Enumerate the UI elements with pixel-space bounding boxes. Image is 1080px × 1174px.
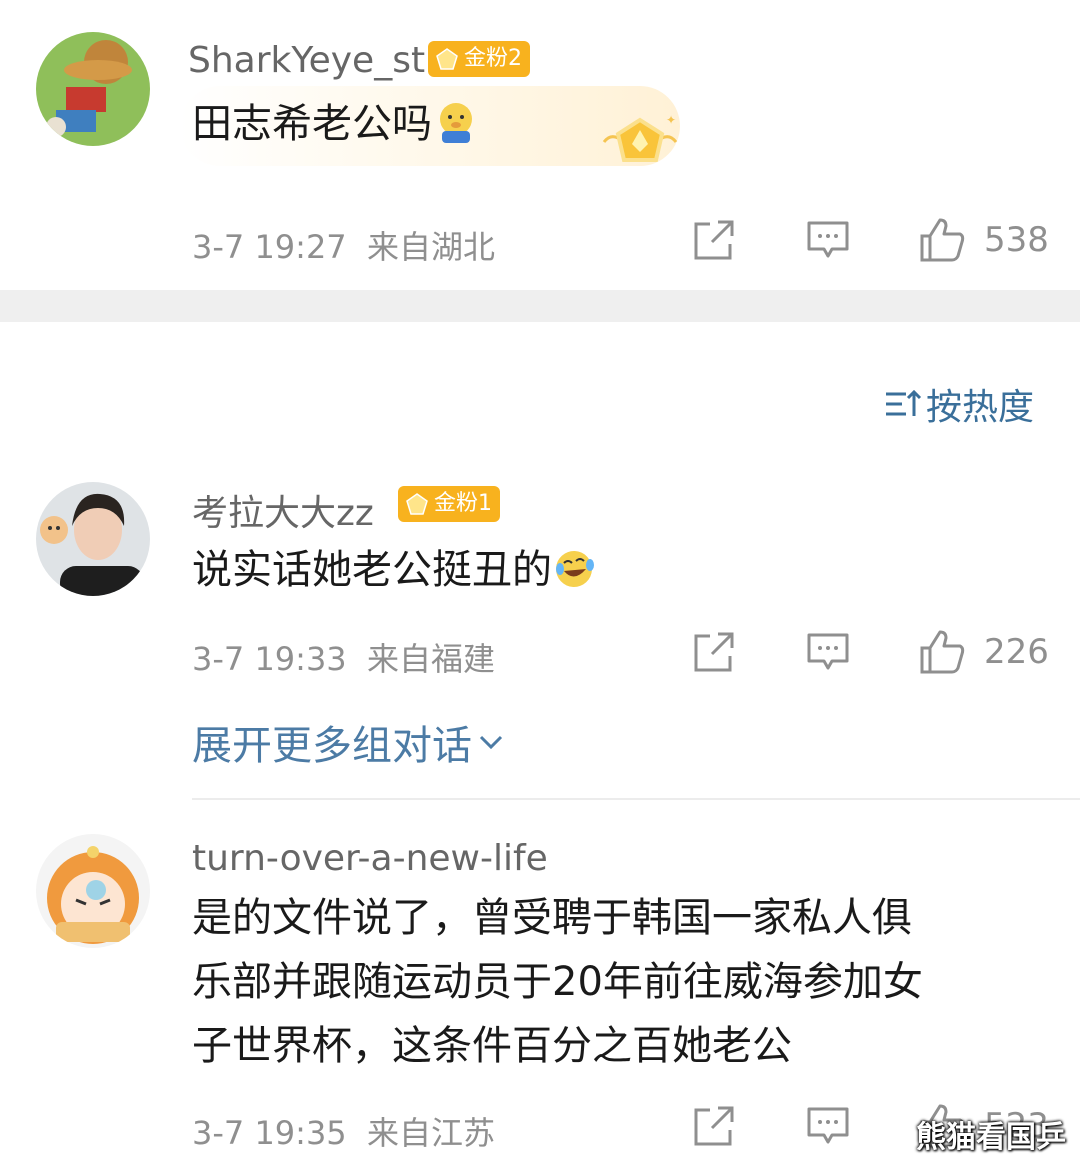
comment-meta: 3-7 19:33 来自福建 — [192, 634, 495, 680]
like-icon[interactable] — [918, 628, 966, 676]
face-emoji-icon — [440, 103, 472, 143]
badge-label: 金粉2 — [464, 46, 522, 71]
comment-text-line: 是的文件说了，曾受聘于韩国一家私人俱 — [192, 895, 912, 941]
gem-icon — [436, 48, 458, 70]
sort-label: 按热度 — [925, 387, 1034, 428]
share-icon[interactable] — [692, 630, 736, 674]
share-icon[interactable] — [692, 218, 736, 262]
fan-badge: 金粉1 — [398, 486, 500, 522]
chevron-down-icon — [479, 735, 503, 750]
comment-text-line: 子世界杯，这条件百分之百她老公 — [192, 1023, 792, 1069]
username[interactable]: SharkYeye_st — [188, 40, 425, 81]
divider — [192, 798, 1080, 800]
watermark: 熊猫看国乒 — [916, 1120, 1066, 1155]
comment-text-line: 乐部并跟随运动员于20年前往威海参加女 — [192, 959, 923, 1005]
star-badge-icon: ✦ — [602, 113, 678, 162]
comment-time: 3-7 19:33 — [192, 640, 347, 678]
gem-icon — [406, 493, 428, 515]
like-icon[interactable] — [918, 216, 966, 264]
comment-item: 考拉大大zz 金粉1 说实话她老公挺丑的 3-7 19:33 来自福建 226 — [0, 470, 1080, 700]
comment-time: 3-7 19:35 — [192, 1114, 347, 1152]
expand-label: 展开更多组对话 — [192, 723, 472, 769]
comment-item: SharkYeye_st 金粉2 ✦ 田志希老公吗 3-7 19:27 来自湖北… — [0, 0, 1080, 290]
comment-text-content: 田志希老公吗 — [192, 101, 432, 147]
comment-text: 说实话她老公挺丑的 — [192, 538, 596, 602]
comment-time: 3-7 19:27 — [192, 228, 347, 266]
like-count: 538 — [984, 220, 1049, 260]
username[interactable]: 考拉大大zz — [192, 484, 374, 536]
avatar[interactable] — [36, 482, 150, 596]
comment-meta: 3-7 19:27 来自湖北 — [192, 222, 495, 268]
like-count: 226 — [984, 632, 1049, 672]
expand-conversation-link[interactable]: 展开更多组对话 — [192, 713, 504, 771]
sort-icon — [885, 389, 922, 416]
comment-text-content: 说实话她老公挺丑的 — [192, 547, 552, 593]
avatar[interactable] — [36, 834, 150, 948]
comment-icon[interactable] — [806, 1104, 850, 1148]
comment-text: 田志希老公吗 — [192, 92, 476, 156]
share-icon[interactable] — [692, 1104, 736, 1148]
comment-location: 来自江苏 — [367, 1114, 496, 1152]
svg-text:✦: ✦ — [666, 113, 676, 127]
section-divider — [0, 290, 1080, 322]
fan-badge: 金粉2 — [428, 41, 530, 77]
comment-text: 是的文件说了，曾受聘于韩国一家私人俱 乐部并跟随运动员于20年前往威海参加女 子… — [192, 886, 923, 1078]
comment-meta: 3-7 19:35 来自江苏 — [192, 1108, 495, 1154]
comment-icon[interactable] — [806, 218, 850, 262]
badge-label: 金粉1 — [434, 491, 492, 516]
avatar[interactable] — [36, 32, 150, 146]
comment-icon[interactable] — [806, 630, 850, 674]
comment-location: 来自福建 — [367, 640, 496, 678]
username[interactable]: turn-over-a-new-life — [192, 838, 548, 879]
comment-location: 来自湖北 — [367, 228, 496, 266]
laugh-cry-emoji-icon — [556, 551, 594, 587]
sort-button[interactable]: 按热度 — [884, 378, 1034, 430]
